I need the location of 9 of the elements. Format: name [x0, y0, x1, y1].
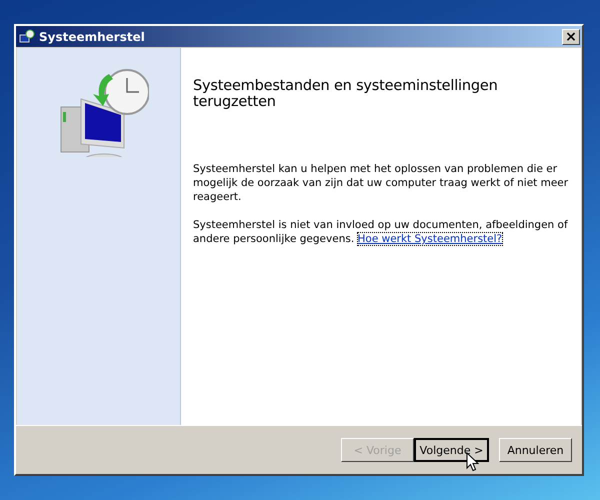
info-paragraph: Systeemherstel is niet van invloed op uw documenten, afbeeldingen of andere persoonlijke gegevens. Hoe werkt Systeemherstel? [193, 218, 569, 246]
wizard-button[interactable]: Annuleren [499, 438, 572, 462]
help-link[interactable]: Hoe werkt Systeemherstel? [358, 233, 502, 245]
info-paragraph: Systeemherstel kan u helpen met het oplossen van problemen die er mogelijk de oorzaak van zijn dat uw computer traag werkt of niet meer reageert. [193, 162, 569, 204]
window-title: Systeemherstel [39, 30, 146, 44]
page-heading: Systeembestanden en systeeminstellingen terugzetten [193, 78, 499, 110]
wizard-button[interactable]: Volgende > [414, 438, 489, 462]
close-button[interactable]: × [562, 28, 580, 44]
restore-icon [19, 28, 35, 44]
